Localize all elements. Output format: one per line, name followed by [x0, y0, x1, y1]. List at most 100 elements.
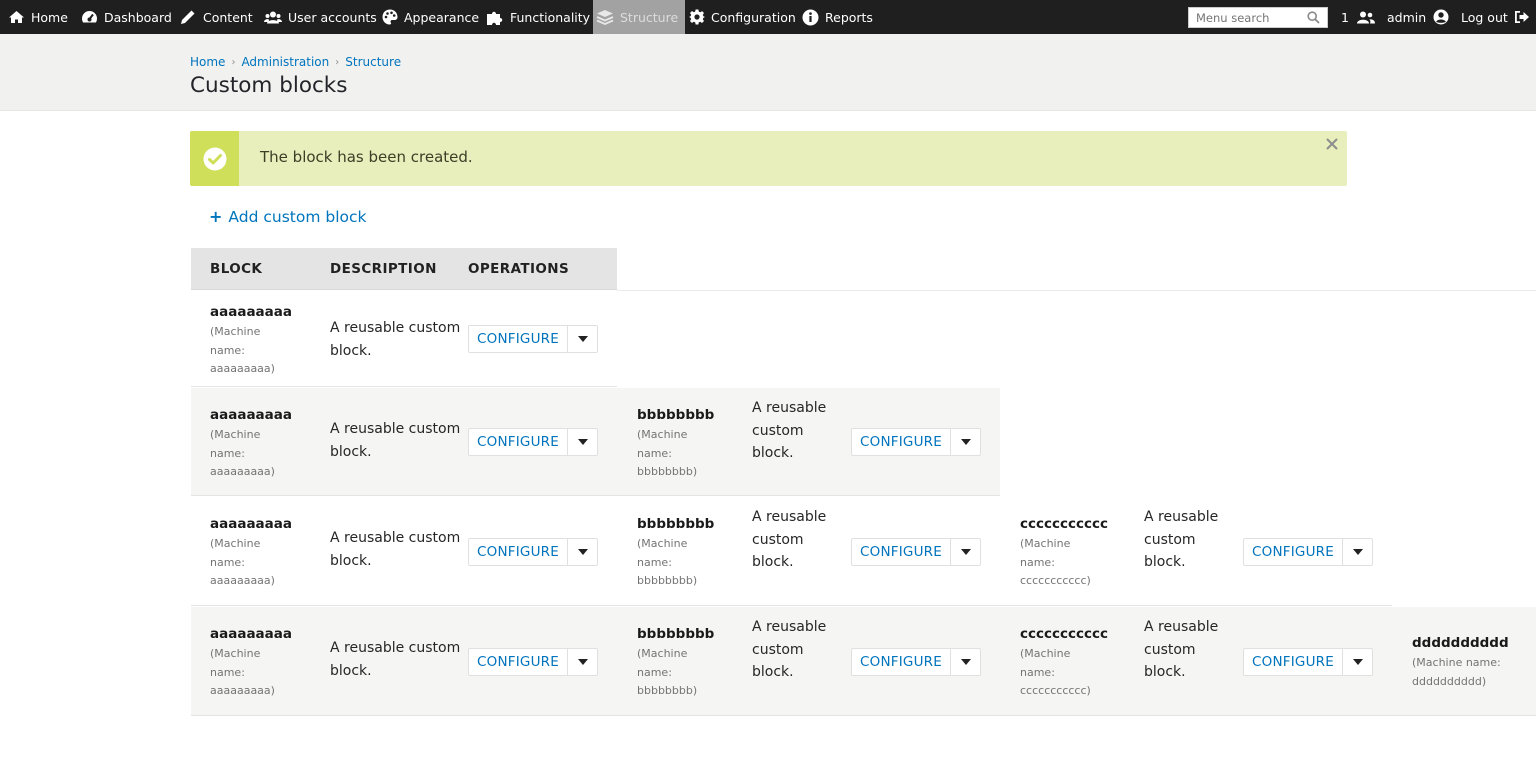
puzzle-icon [487, 11, 503, 25]
home-icon [9, 11, 24, 23]
breadcrumb-home[interactable]: Home [190, 55, 225, 69]
operations-dropbutton: CONFIGURE [468, 648, 598, 676]
close-message-button[interactable] [1323, 134, 1341, 154]
add-custom-block-link[interactable]: + Add custom block [209, 207, 366, 226]
machine-name: (Machine name: dddddddddd) [1412, 656, 1501, 688]
block-description: A reusable custom block. [752, 509, 827, 570]
dropbutton-toggle[interactable] [1343, 649, 1372, 675]
block-title: bbbbbbbb [637, 626, 715, 642]
configure-button[interactable]: CONFIGURE [852, 539, 951, 565]
block-description: A reusable custom block. [330, 530, 461, 569]
caret-down-icon [1352, 549, 1363, 555]
admin-toolbar: Home Dashboard Content User accounts App… [0, 0, 1536, 34]
caret-down-icon [577, 549, 588, 555]
layers-icon [596, 10, 614, 25]
toolbar-user-count[interactable]: 1 [1341, 0, 1375, 34]
breadcrumb-separator-icon: › [335, 56, 340, 68]
configure-button[interactable]: CONFIGURE [469, 539, 568, 565]
logout-link[interactable]: Log out [1461, 0, 1530, 34]
logout-label: Log out [1461, 9, 1508, 25]
caret-down-icon [577, 336, 588, 342]
toolbar-item-label: Functionality [510, 9, 591, 25]
caret-down-icon [960, 439, 971, 445]
dropbutton-toggle[interactable] [568, 539, 597, 565]
column-header-operations: OPERATIONS [468, 261, 570, 277]
menu-search-input[interactable] [1189, 8, 1307, 27]
page-header: Home › Administration › Structure Custom… [0, 34, 1536, 111]
users-icon [264, 11, 282, 23]
user-count: 1 [1341, 9, 1349, 25]
user-name: admin [1387, 9, 1427, 25]
operations-dropbutton: CONFIGURE [851, 538, 981, 566]
add-custom-block-label: Add custom block [228, 207, 367, 226]
users-icon [1356, 11, 1375, 23]
breadcrumb-structure[interactable]: Structure [345, 55, 401, 69]
close-icon [1326, 138, 1338, 150]
toolbar-item-structure[interactable]: Structure [593, 0, 685, 34]
toolbar-item-label: User accounts [288, 9, 377, 25]
operations-dropbutton: CONFIGURE [468, 428, 598, 456]
toolbar-item-content[interactable]: Content [180, 0, 253, 34]
block-title: bbbbbbbb [637, 516, 715, 532]
operations-dropbutton: CONFIGURE [1243, 648, 1373, 676]
machine-name: (Machine name: ccccccccccc) [1020, 647, 1091, 697]
breadcrumb-administration[interactable]: Administration [241, 55, 329, 69]
pencil-icon [181, 10, 195, 24]
toolbar-item-functionality[interactable]: Functionality [486, 0, 590, 34]
search-icon[interactable] [1307, 11, 1320, 24]
machine-name: (Machine name: aaaaaaaaa) [210, 325, 275, 375]
gear-icon [689, 9, 705, 25]
status-message: The block has been created. [190, 131, 1347, 186]
menu-search[interactable] [1188, 7, 1328, 28]
dropbutton-toggle[interactable] [951, 539, 980, 565]
dropbutton-toggle[interactable] [951, 429, 980, 455]
toolbar-item-label: Configuration [711, 9, 796, 25]
operations-dropbutton: CONFIGURE [468, 325, 598, 353]
machine-name: (Machine name: bbbbbbbb) [637, 537, 698, 587]
dropbutton-toggle[interactable] [1343, 539, 1372, 565]
dropbutton-toggle[interactable] [568, 649, 597, 675]
toolbar-item-home[interactable]: Home [8, 0, 68, 34]
configure-button[interactable]: CONFIGURE [1244, 539, 1343, 565]
operations-dropbutton: CONFIGURE [1243, 538, 1373, 566]
machine-name: (Machine name: aaaaaaaaa) [210, 537, 275, 587]
configure-button[interactable]: CONFIGURE [469, 649, 568, 675]
toolbar-item-label: Home [31, 9, 68, 25]
dropbutton-toggle[interactable] [951, 649, 980, 675]
configure-button[interactable]: CONFIGURE [852, 429, 951, 455]
configure-button[interactable]: CONFIGURE [852, 649, 951, 675]
dashboard-icon [82, 10, 97, 25]
info-icon [802, 9, 819, 25]
toolbar-item-configuration[interactable]: Configuration [689, 0, 796, 34]
status-message-text: The block has been created. [260, 148, 473, 166]
block-description: A reusable custom block. [752, 400, 827, 461]
toolbar-item-user-accounts[interactable]: User accounts [264, 0, 377, 34]
configure-button[interactable]: CONFIGURE [469, 429, 568, 455]
user-avatar-icon [1433, 9, 1449, 25]
configure-button[interactable]: CONFIGURE [1244, 649, 1343, 675]
machine-name: (Machine name: bbbbbbbb) [637, 647, 698, 697]
toolbar-item-dashboard[interactable]: Dashboard [81, 0, 172, 34]
page-title: Custom blocks [190, 73, 348, 98]
row-divider [617, 290, 1536, 291]
machine-name: (Machine name: bbbbbbbb) [637, 428, 698, 478]
operations-dropbutton: CONFIGURE [851, 428, 981, 456]
toolbar-item-appearance[interactable]: Appearance [382, 0, 479, 34]
toolbar-item-reports[interactable]: Reports [802, 0, 873, 34]
block-description: A reusable custom block. [330, 640, 461, 679]
dropbutton-toggle[interactable] [568, 326, 597, 352]
block-description: A reusable custom block. [1144, 509, 1219, 570]
configure-button[interactable]: CONFIGURE [469, 326, 568, 352]
block-title: ccccccccccc [1020, 626, 1109, 642]
dropbutton-toggle[interactable] [568, 429, 597, 455]
caret-down-icon [577, 439, 588, 445]
toolbar-item-label: Dashboard [104, 9, 172, 25]
caret-down-icon [960, 549, 971, 555]
status-icon-box [190, 131, 239, 186]
block-title: aaaaaaaaa [210, 304, 292, 320]
block-title: dddddddddd [1412, 635, 1509, 651]
toolbar-item-label: Reports [825, 9, 873, 25]
block-title: bbbbbbbb [637, 407, 715, 423]
caret-down-icon [1352, 659, 1363, 665]
toolbar-user-menu[interactable]: admin [1387, 0, 1449, 34]
